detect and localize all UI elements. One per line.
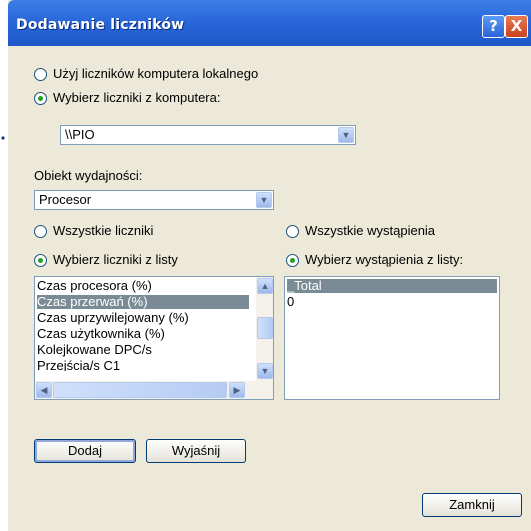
help-icon[interactable]: ? [482,15,505,38]
instance-list[interactable]: _Total 0 [284,276,500,400]
radio-all-instances-label: Wszystkie wystąpienia [305,223,436,238]
counter-list[interactable]: Czas procesora (%) Czas przerwań (%) Cza… [34,276,274,400]
scroll-right-icon[interactable]: ▶ [229,382,245,398]
title-bar: Dodawanie liczników ? X [8,0,531,46]
computer-value: \\PIO [65,127,95,142]
radio-local-label: Użyj liczników komputera lokalnego [53,66,259,81]
chevron-down-icon[interactable]: ▼ [256,192,272,208]
radio-list-instances-label: Wybierz wystąpienia z listy: [305,252,464,267]
radio-all-counters[interactable] [34,225,47,238]
close-icon[interactable]: X [505,15,528,38]
chevron-down-icon[interactable]: ▼ [338,127,354,143]
scroll-down-icon[interactable]: ▼ [257,363,273,379]
scroll-up-icon[interactable]: ▲ [257,278,273,294]
explain-button[interactable]: Wyjaśnij [146,439,246,463]
object-value: Procesor [39,192,92,207]
object-label: Obiekt wydajności: [34,168,143,183]
list-item[interactable]: Przejścia/s C1 [37,359,120,371]
radio-all-instances[interactable] [286,225,299,238]
object-combo[interactable]: Procesor ▼ [34,190,274,210]
list-item[interactable]: Czas przerwań (%) [37,295,249,309]
scroll-left-icon[interactable]: ◀ [36,382,52,398]
list-item[interactable]: Kolejkowane DPC/s [37,343,152,357]
radio-select-computer-label: Wybierz liczniki z komputera: [53,90,221,105]
list-item[interactable]: _Total [287,279,497,293]
computer-combo[interactable]: \\PIO ▼ [60,125,356,145]
radio-all-counters-label: Wszystkie liczniki [53,223,154,238]
radio-local-computer[interactable] [34,68,47,81]
vertical-scroll-thumb[interactable] [257,317,273,339]
close-button[interactable]: Zamknij [422,493,522,517]
horizontal-scroll-thumb[interactable] [53,382,227,398]
window-title: Dodawanie liczników [16,17,185,33]
list-item[interactable]: Czas użytkownika (%) [37,327,165,341]
add-counters-dialog: Dodawanie liczników ? X Użyj liczników k… [8,0,531,531]
radio-list-counters-label: Wybierz liczniki z listy [53,252,178,267]
radio-list-instances[interactable] [286,254,299,267]
list-item[interactable]: 0 [287,295,294,309]
list-item[interactable]: Czas uprzywilejowany (%) [37,311,189,325]
add-button[interactable]: Dodaj [34,439,136,463]
list-item[interactable]: Czas procesora (%) [37,279,152,293]
radio-list-counters[interactable] [34,254,47,267]
radio-select-computer[interactable] [34,92,47,105]
